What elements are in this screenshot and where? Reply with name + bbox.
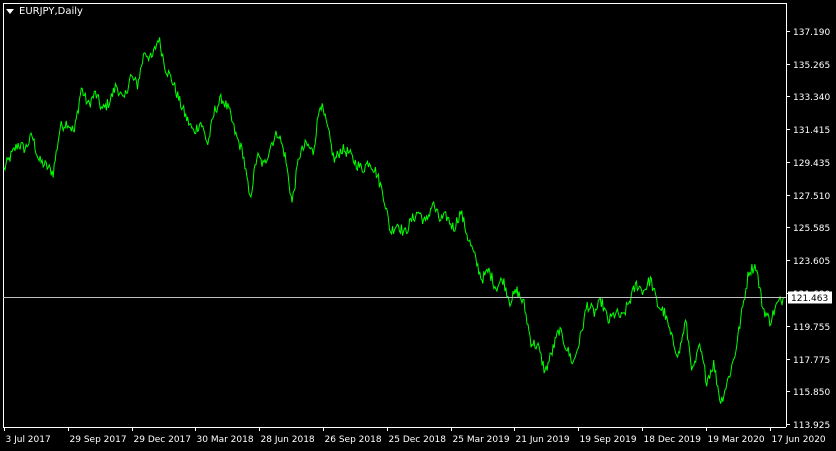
price-tick-label: 125.585 xyxy=(793,224,830,234)
price-chart[interactable]: 137.190 135.265 133.340 131.415 129.435 127.5… xyxy=(0,0,836,451)
price-tick-label: 127.510 xyxy=(793,192,830,202)
time-tick-label: 26 Sep 2018 xyxy=(325,435,382,445)
time-tick-label: 29 Sep 2017 xyxy=(70,435,127,445)
time-tick-label: 17 Jun 2020 xyxy=(772,435,826,445)
timeframe-label: Daily xyxy=(57,5,83,17)
time-tick-label: 3 Jul 2017 xyxy=(6,435,51,445)
triangle-down-icon[interactable] xyxy=(6,9,14,14)
time-tick-label: 29 Dec 2017 xyxy=(134,435,192,445)
time-tick-label: 18 Dec 2019 xyxy=(644,435,702,445)
price-line xyxy=(3,37,785,404)
price-tick-label: 137.190 xyxy=(793,28,830,38)
price-tick-label: 119.755 xyxy=(793,323,830,333)
price-tick-label: 135.265 xyxy=(793,61,830,71)
symbol-label: EURJPY,Daily xyxy=(19,6,83,17)
price-tick-label: 117.775 xyxy=(793,356,830,366)
price-tick-label: 129.435 xyxy=(793,159,830,169)
chart-window[interactable]: 137.190 135.265 133.340 131.415 129.435 127.5… xyxy=(0,0,836,451)
time-tick-label: 21 Jun 2019 xyxy=(516,435,570,445)
time-tick-label: 25 Dec 2018 xyxy=(389,435,447,445)
time-tick-label: 28 Jun 2018 xyxy=(261,435,315,445)
bid-price-label: 121.463 xyxy=(791,294,828,304)
time-tick-label: 19 Mar 2020 xyxy=(708,435,765,445)
price-tick-label: 123.605 xyxy=(793,257,830,267)
price-tick-label: 115.850 xyxy=(793,388,830,398)
time-tick-label: 19 Sep 2019 xyxy=(580,435,637,445)
time-axis[interactable]: 3 Jul 2017 29 Sep 2017 29 Dec 2017 30 Mar 2… xyxy=(4,427,826,445)
axis-frame xyxy=(3,3,787,428)
price-tick-label: 133.340 xyxy=(793,93,830,103)
price-series xyxy=(3,37,785,404)
price-axis[interactable]: 137.190 135.265 133.340 131.415 129.435 127.5… xyxy=(786,28,830,431)
symbol-name: EURJPY xyxy=(19,5,55,17)
price-tick-label: 131.415 xyxy=(793,126,830,136)
price-tick-label: 113.925 xyxy=(793,421,830,431)
time-tick-label: 25 Mar 2019 xyxy=(453,435,510,445)
time-tick-label: 30 Mar 2018 xyxy=(197,435,254,445)
symbol-header[interactable]: EURJPY,Daily xyxy=(6,4,83,18)
bid-price-line: 121.463 xyxy=(3,291,832,304)
